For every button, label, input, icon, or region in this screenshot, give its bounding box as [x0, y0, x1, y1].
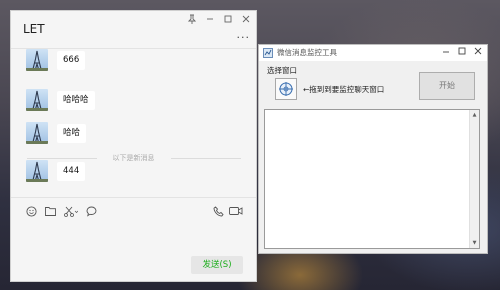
- scroll-up-icon[interactable]: ▲: [470, 110, 479, 120]
- monitor-titlebar: 微信消息监控工具: [259, 45, 487, 61]
- avatar[interactable]: [26, 122, 48, 144]
- send-button[interactable]: 发送(S): [191, 256, 243, 274]
- chat-title: LET: [23, 22, 45, 36]
- message-bubble: 444: [57, 162, 86, 181]
- divider-line: [171, 158, 241, 159]
- video-icon[interactable]: [229, 205, 243, 217]
- crosshair-icon[interactable]: [275, 78, 297, 100]
- folder-icon[interactable]: [44, 205, 56, 217]
- monitor-maximize-icon[interactable]: [455, 47, 469, 59]
- message-bubble: 哈哈哈: [57, 91, 95, 110]
- pin-icon[interactable]: [185, 14, 199, 28]
- maximize-icon[interactable]: [221, 14, 235, 28]
- drag-hint: ←拖到到要监控聊天窗口: [303, 85, 385, 94]
- more-menu-icon[interactable]: ···: [237, 31, 251, 44]
- avatar[interactable]: [26, 160, 48, 182]
- monitor-window: 微信消息监控工具 选择窗口 ←拖到到要监控聊天窗口 开始 ▲ ▼: [258, 44, 488, 254]
- phone-icon[interactable]: [212, 205, 224, 217]
- chat-window: LET ··· 666 哈哈哈 哈哈 以下是新消息 444 发送(S): [10, 10, 257, 282]
- monitor-title: 微信消息监控工具: [277, 48, 337, 57]
- log-scrollbar[interactable]: ▲ ▼: [469, 110, 479, 248]
- minimize-icon[interactable]: [203, 14, 217, 28]
- chat-header: LET ···: [11, 11, 256, 49]
- monitor-close-icon[interactable]: [471, 47, 485, 59]
- scroll-down-icon[interactable]: ▼: [470, 238, 479, 248]
- avatar[interactable]: [26, 49, 48, 71]
- start-button[interactable]: 开始: [419, 72, 475, 100]
- avatar[interactable]: [26, 89, 48, 111]
- message-log-area[interactable]: ▲ ▼: [264, 109, 480, 249]
- select-window-label: 选择窗口: [267, 66, 297, 75]
- chat-history-icon[interactable]: [85, 205, 97, 217]
- screenshot-icon[interactable]: [63, 205, 79, 217]
- monitor-minimize-icon[interactable]: [439, 47, 453, 59]
- emoji-icon[interactable]: [25, 205, 37, 217]
- app-icon: [263, 48, 273, 58]
- message-bubble: 666: [57, 51, 86, 70]
- message-bubble: 哈哈: [57, 124, 87, 143]
- input-divider: [11, 197, 256, 198]
- close-icon[interactable]: [239, 14, 253, 28]
- input-toolbar: [11, 205, 256, 219]
